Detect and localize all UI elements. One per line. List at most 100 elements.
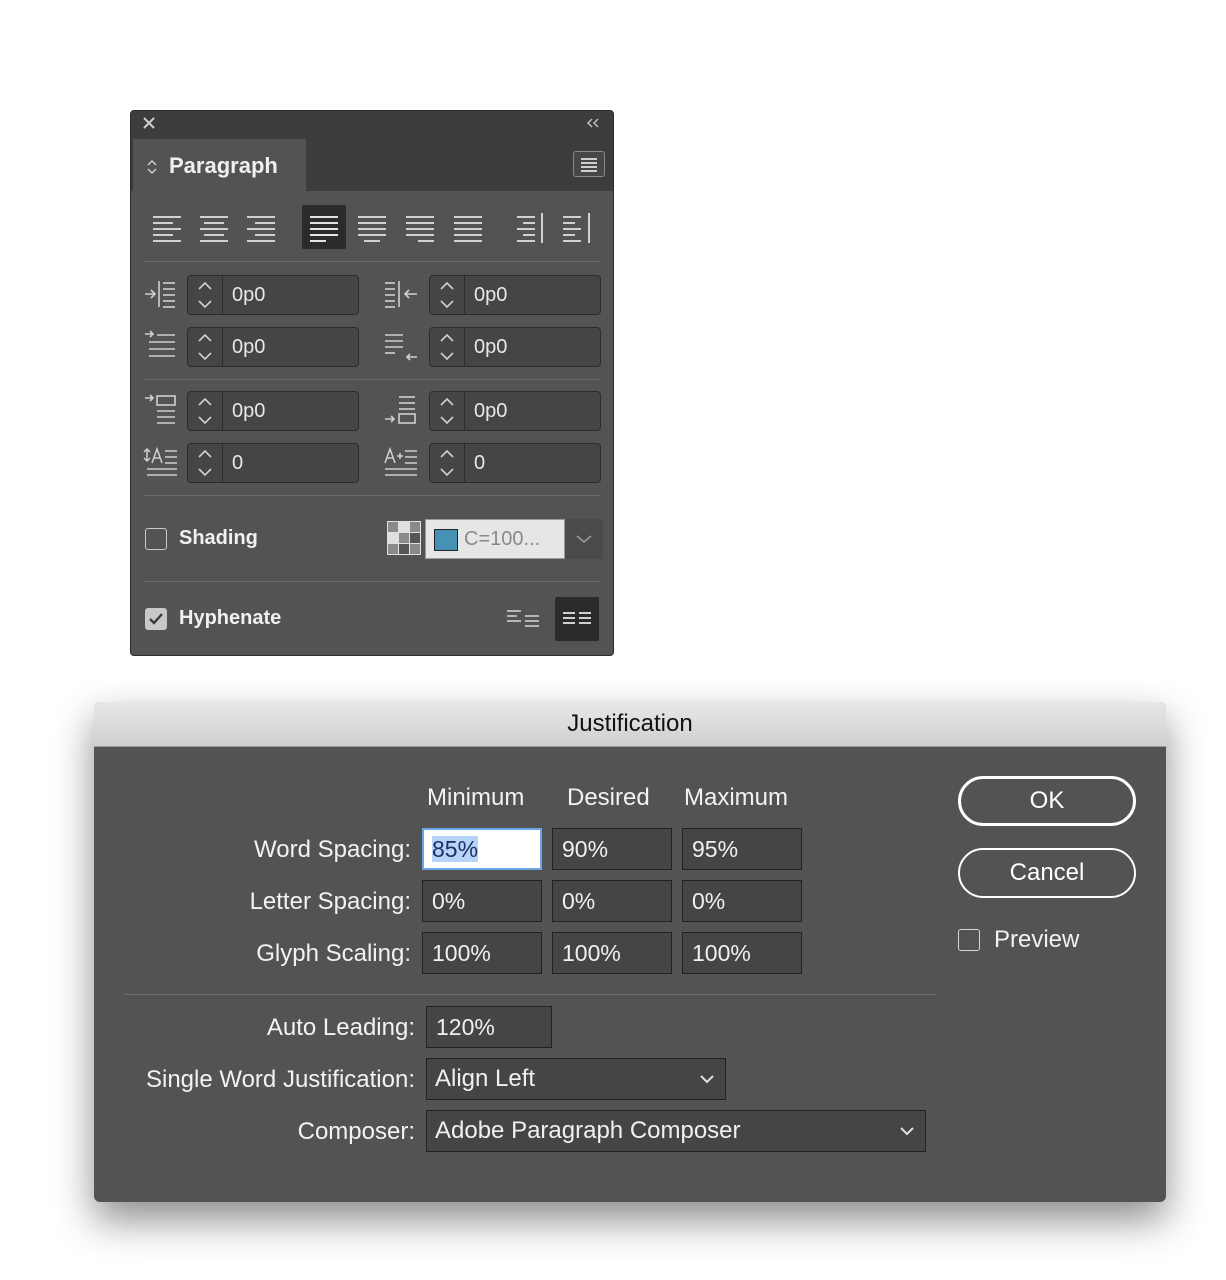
letter-spacing-label: Letter Spacing: bbox=[249, 888, 411, 915]
space-after-value: 0p0 bbox=[474, 400, 508, 422]
panel-tab-bar: Paragraph bbox=[131, 137, 613, 191]
align-left-button[interactable] bbox=[145, 205, 189, 249]
drop-cap-lines-field[interactable]: 0 bbox=[187, 443, 359, 483]
justify-right-button[interactable] bbox=[398, 205, 442, 249]
single-word-justification-select[interactable]: Align Left bbox=[426, 1058, 726, 1100]
shading-color-field[interactable]: C=100... bbox=[425, 519, 565, 559]
space-before-stepper[interactable] bbox=[188, 392, 223, 430]
single-word-justification-value: Align Left bbox=[435, 1065, 536, 1092]
first-line-indent-value: 0p0 bbox=[232, 336, 266, 358]
auto-leading-input[interactable]: 120% bbox=[426, 1006, 552, 1048]
single-line-composer-icon bbox=[507, 610, 539, 627]
justify-center-button[interactable] bbox=[350, 205, 394, 249]
close-icon[interactable] bbox=[141, 115, 157, 131]
glyph-scaling-desired-input[interactable]: 100% bbox=[552, 932, 672, 974]
swatch-grid-icon[interactable] bbox=[387, 521, 421, 555]
shading-label: Shading bbox=[179, 527, 258, 549]
drop-cap-characters-field[interactable]: 0 bbox=[429, 443, 601, 483]
cancel-button[interactable]: Cancel bbox=[958, 848, 1136, 898]
panel-title-bar[interactable] bbox=[131, 111, 613, 137]
first-line-indent-stepper[interactable] bbox=[188, 328, 223, 366]
column-header-minimum: Minimum bbox=[427, 784, 525, 811]
word-spacing-minimum-input[interactable]: 85% bbox=[422, 828, 542, 870]
align-right-button[interactable] bbox=[239, 205, 283, 249]
justify-left-button[interactable] bbox=[302, 205, 346, 249]
word-spacing-minimum-value: 85% bbox=[432, 836, 479, 862]
glyph-scaling-maximum-input[interactable]: 100% bbox=[682, 932, 802, 974]
preview-label: Preview bbox=[994, 926, 1080, 953]
space-before-field[interactable]: 0p0 bbox=[187, 391, 359, 431]
word-spacing-label: Word Spacing: bbox=[254, 836, 411, 863]
single-line-composer-button[interactable] bbox=[501, 597, 545, 641]
drop-cap-characters-stepper[interactable] bbox=[430, 444, 465, 482]
letter-spacing-minimum-input[interactable]: 0% bbox=[422, 880, 542, 922]
column-header-desired: Desired bbox=[567, 784, 650, 811]
align-right-icon bbox=[247, 216, 275, 242]
justify-center-icon bbox=[358, 216, 386, 242]
paragraph-composer-button[interactable] bbox=[555, 597, 599, 641]
last-line-indent-icon bbox=[385, 334, 417, 361]
space-after-stepper[interactable] bbox=[430, 392, 465, 430]
divider bbox=[143, 261, 601, 262]
panel-menu-icon[interactable] bbox=[573, 151, 605, 177]
drop-cap-characters-value: 0 bbox=[474, 452, 486, 474]
align-center-icon bbox=[200, 216, 228, 242]
justify-all-icon bbox=[454, 216, 482, 242]
justify-left-icon bbox=[310, 216, 338, 242]
align-towards-spine-icon bbox=[517, 213, 543, 243]
letter-spacing-desired-input[interactable]: 0% bbox=[552, 880, 672, 922]
align-towards-spine-button[interactable] bbox=[507, 205, 551, 249]
auto-leading-label: Auto Leading: bbox=[266, 1014, 415, 1041]
align-away-from-spine-button[interactable] bbox=[555, 205, 599, 249]
word-spacing-desired-input[interactable]: 90% bbox=[552, 828, 672, 870]
double-chevron-left-icon[interactable] bbox=[585, 116, 601, 130]
word-spacing-maximum-input[interactable]: 95% bbox=[682, 828, 802, 870]
left-indent-field[interactable]: 0p0 bbox=[187, 275, 359, 315]
left-indent-icon bbox=[145, 281, 175, 308]
divider bbox=[143, 495, 601, 496]
shading-color-dropdown[interactable] bbox=[565, 519, 603, 559]
left-indent-value: 0p0 bbox=[232, 284, 266, 306]
hyphenate-checkbox[interactable] bbox=[145, 608, 167, 630]
right-indent-field[interactable]: 0p0 bbox=[429, 275, 601, 315]
letter-spacing-maximum-input[interactable]: 0% bbox=[682, 880, 802, 922]
drop-cap-lines-value: 0 bbox=[232, 452, 244, 474]
stepper-arrows-icon bbox=[440, 281, 454, 309]
stepper-arrows-icon bbox=[198, 397, 212, 425]
last-line-indent-field[interactable]: 0p0 bbox=[429, 327, 601, 367]
color-swatch bbox=[434, 529, 458, 551]
justify-all-button[interactable] bbox=[446, 205, 490, 249]
drop-cap-lines-stepper[interactable] bbox=[188, 444, 223, 482]
preview-checkbox[interactable] bbox=[958, 929, 980, 951]
space-after-field[interactable]: 0p0 bbox=[429, 391, 601, 431]
hyphenate-label: Hyphenate bbox=[179, 607, 282, 629]
left-indent-stepper[interactable] bbox=[188, 276, 223, 314]
column-header-maximum: Maximum bbox=[684, 784, 789, 811]
first-line-indent-icon bbox=[145, 330, 175, 357]
right-indent-stepper[interactable] bbox=[430, 276, 465, 314]
divider bbox=[143, 581, 601, 582]
align-center-button[interactable] bbox=[192, 205, 236, 249]
align-away-from-spine-icon bbox=[563, 213, 590, 243]
composer-select[interactable]: Adobe Paragraph Composer bbox=[426, 1110, 926, 1152]
stepper-arrows-icon bbox=[198, 333, 212, 361]
align-left-icon bbox=[153, 216, 181, 242]
paragraph-composer-icon bbox=[563, 612, 591, 624]
space-before-value: 0p0 bbox=[232, 400, 266, 422]
divider bbox=[143, 379, 601, 380]
stepper-arrows-icon bbox=[440, 449, 454, 477]
shading-checkbox[interactable] bbox=[145, 528, 167, 550]
checkmark-icon bbox=[149, 613, 163, 625]
tab-paragraph[interactable]: Paragraph bbox=[133, 139, 306, 191]
first-line-indent-field[interactable]: 0p0 bbox=[187, 327, 359, 367]
dialog-title: Justification bbox=[94, 702, 1166, 747]
dialog-divider bbox=[124, 994, 936, 995]
glyph-scaling-label: Glyph Scaling: bbox=[256, 940, 411, 967]
right-indent-value: 0p0 bbox=[474, 284, 508, 306]
glyph-scaling-minimum-input[interactable]: 100% bbox=[422, 932, 542, 974]
ok-button[interactable]: OK bbox=[958, 776, 1136, 826]
stepper-arrows-icon bbox=[198, 449, 212, 477]
composer-label: Composer: bbox=[297, 1118, 415, 1145]
last-line-indent-stepper[interactable] bbox=[430, 328, 465, 366]
drop-cap-characters-icon bbox=[384, 446, 417, 476]
